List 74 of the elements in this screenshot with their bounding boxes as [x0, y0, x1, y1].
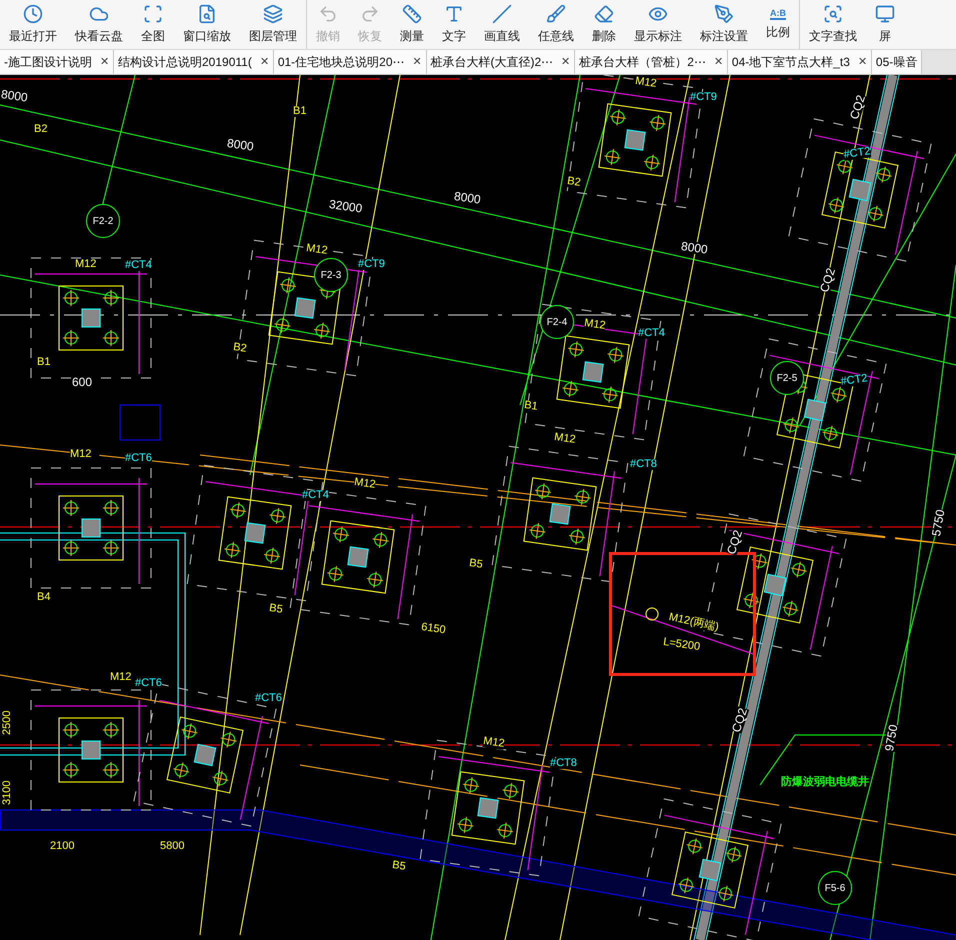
- toolbar-button[interactable]: A:B 比例: [757, 0, 799, 49]
- toolbar-button[interactable]: 最近打开: [0, 0, 66, 49]
- document-tab[interactable]: 桩承台大样（管桩）2⋯ ✕: [575, 50, 728, 74]
- toolbar-button[interactable]: 测量: [391, 0, 433, 49]
- drawing-label: 2500: [2, 710, 13, 735]
- close-icon[interactable]: ✕: [100, 54, 109, 70]
- tab-title: 桩承台大样（管桩）2⋯: [579, 54, 706, 71]
- brush-icon: [546, 4, 566, 24]
- reference-label: #CT4: [125, 260, 152, 271]
- ruler-icon: [402, 4, 422, 24]
- undo-icon: [318, 4, 338, 24]
- reference-label: #CT9: [690, 92, 717, 103]
- tab-title: -施工图设计说明: [4, 54, 92, 71]
- drawing-label: B2: [34, 124, 48, 135]
- reference-label: #CT9: [358, 259, 385, 270]
- reference-label: #CT6: [125, 453, 152, 464]
- drawing-label: 3100: [2, 780, 13, 805]
- toolbar-button[interactable]: 图层管理: [240, 0, 306, 49]
- note-label: 防爆波弱电电缆井: [781, 777, 869, 788]
- toolbar-button[interactable]: 显示标注: [625, 0, 691, 49]
- drawing-label: M12: [70, 449, 92, 460]
- toolbar-button[interactable]: 文字查找: [800, 0, 866, 49]
- drawing-label: B4: [37, 592, 50, 603]
- reference-label: #CT4: [638, 328, 665, 339]
- dimension-label: 600: [72, 376, 92, 388]
- toolbar-button[interactable]: 全图: [132, 0, 174, 49]
- tab-title: 01-住宅地块总说明20⋯: [278, 54, 405, 71]
- redo-icon: [360, 4, 380, 24]
- document-tab[interactable]: 桩承台大样(大直径)2⋯ ✕: [426, 50, 576, 74]
- drawing-label: B1: [37, 357, 50, 368]
- document-tab[interactable]: 04-地下室节点大样_t3 ✕: [728, 50, 872, 74]
- layers-icon: [263, 4, 283, 24]
- frame-icon: [143, 4, 163, 24]
- reference-label: #CT6: [135, 678, 162, 689]
- magnifier-icon: [197, 4, 217, 24]
- close-icon[interactable]: ✕: [714, 54, 723, 70]
- close-icon[interactable]: ✕: [412, 54, 422, 70]
- tab-title: 05-噪音: [876, 54, 918, 71]
- document-tab[interactable]: 05-噪音: [872, 50, 922, 74]
- tab-title: 桩承台大样(大直径)2⋯: [430, 54, 554, 71]
- reference-label: #CT8: [550, 758, 577, 769]
- tab-title: 结构设计总说明2019011(: [118, 54, 252, 71]
- structural-plan-drawing[interactable]: [0, 75, 956, 940]
- reference-label: #CT4: [302, 490, 329, 501]
- toolbar-button[interactable]: 任意线: [529, 0, 583, 49]
- toolbar-button[interactable]: 画直线: [475, 0, 529, 49]
- close-icon[interactable]: ✕: [858, 54, 867, 70]
- toolbar-button[interactable]: 标注设置: [691, 0, 757, 49]
- toolbar-button[interactable]: 删除: [583, 0, 625, 49]
- close-icon[interactable]: ✕: [260, 54, 269, 70]
- reference-label: #CT6: [255, 693, 282, 704]
- line-icon: [492, 4, 512, 24]
- drawing-label: 2100: [50, 841, 74, 852]
- screen-icon: [875, 4, 895, 24]
- drawing-label: B1: [293, 106, 306, 117]
- close-icon[interactable]: ✕: [561, 54, 570, 70]
- text-search-icon: [823, 4, 843, 24]
- document-tab[interactable]: 结构设计总说明2019011( ✕: [114, 50, 274, 74]
- document-tab[interactable]: -施工图设计说明 ✕: [0, 50, 114, 74]
- reference-label: #CT8: [630, 459, 657, 470]
- drawing-label: M12: [75, 259, 96, 270]
- ratio-glyph: A:B: [770, 8, 786, 20]
- document-tab[interactable]: 01-住宅地块总说明20⋯ ✕: [274, 50, 427, 74]
- toolbar-button[interactable]: 文字: [433, 0, 475, 49]
- toolbar-button[interactable]: 屏: [866, 0, 904, 49]
- toolbar-button[interactable]: 快看云盘: [66, 0, 132, 49]
- tab-title: 04-地下室节点大样_t3: [732, 54, 850, 71]
- clock-icon: [23, 4, 43, 24]
- toolbar-button[interactable]: 窗口缩放: [174, 0, 240, 49]
- eraser-icon: [594, 4, 614, 24]
- pen-icon: [714, 4, 734, 24]
- drawing-label: 5800: [160, 841, 184, 852]
- text-icon: [444, 4, 464, 24]
- drawing-label: M12: [110, 672, 132, 683]
